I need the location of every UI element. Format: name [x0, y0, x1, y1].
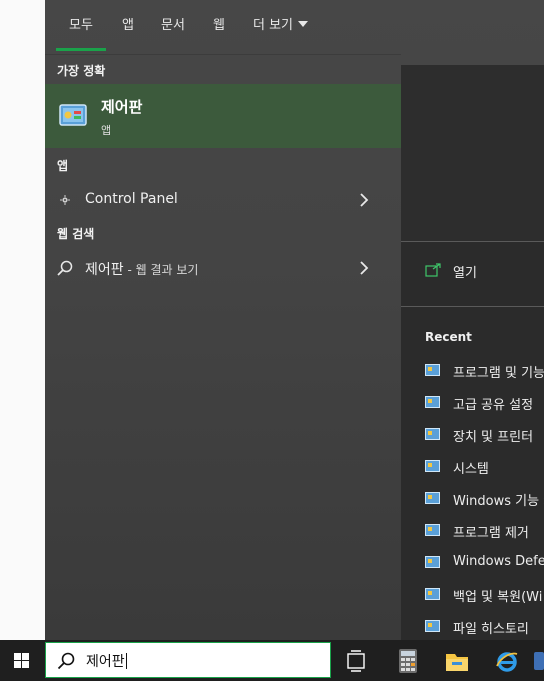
calculator-icon[interactable] — [395, 648, 421, 674]
left-window-strip — [0, 0, 46, 640]
recent-item-label: 장치 및 프린터 — [453, 430, 534, 445]
control-panel-small-icon — [60, 195, 70, 205]
more-taskbar-icon[interactable] — [534, 648, 544, 674]
recent-item-label: 파일 히스토리 — [453, 622, 529, 637]
tabs-divider — [45, 54, 401, 55]
recent-item-label: 프로그램 제거 — [453, 526, 529, 541]
chevron-right-icon[interactable] — [357, 193, 371, 207]
control-panel-item-icon — [425, 588, 440, 600]
recent-item-label: 시스템 — [453, 462, 489, 477]
best-match-item[interactable]: 제어판 앱 — [45, 84, 401, 148]
open-label: 열기 — [453, 266, 477, 281]
web-search-heading: 웹 검색 — [57, 227, 95, 241]
web-result-text: 제어판 - 웹 결과 보기 — [85, 259, 198, 279]
recent-item[interactable]: 파일 히스토리 — [425, 617, 544, 639]
search-filter-tabs: 모두 앱 문서 웹 더 보기 — [45, 0, 401, 55]
control-panel-item-icon — [425, 620, 440, 632]
recent-item-label: 고급 공유 설정 — [453, 398, 534, 413]
tab-apps[interactable]: 앱 — [122, 17, 134, 39]
control-panel-item-icon — [425, 364, 440, 376]
recent-heading: Recent — [425, 330, 472, 344]
recent-item[interactable]: 시스템 — [425, 457, 544, 479]
web-result-item[interactable]: 제어판 - 웹 결과 보기 — [45, 252, 401, 284]
active-tab-indicator — [56, 48, 106, 51]
control-panel-item-icon — [425, 460, 440, 472]
search-icon — [57, 260, 73, 276]
control-panel-item-icon — [425, 428, 440, 440]
internet-explorer-icon[interactable] — [494, 648, 520, 674]
app-result-control-panel[interactable]: Control Panel — [45, 184, 401, 216]
windows-start-icon[interactable] — [0, 640, 44, 681]
start-search-panel: 모두 앱 문서 웹 더 보기 가장 정확 제어판 앱 앱 Control Pan… — [45, 0, 544, 640]
recent-item[interactable]: 장치 및 프린터 — [425, 425, 544, 447]
recent-item[interactable]: 프로그램 제거 — [425, 521, 544, 543]
best-match-heading: 가장 정확 — [57, 64, 106, 78]
best-match-subtitle: 앱 — [101, 124, 112, 137]
control-panel-item-icon — [425, 524, 440, 536]
search-query-text: 제어판 — [86, 654, 125, 670]
file-explorer-icon[interactable] — [444, 648, 470, 674]
tab-all[interactable]: 모두 — [69, 17, 93, 39]
search-icon — [57, 652, 75, 670]
text-cursor — [125, 653, 127, 669]
control-panel-item-icon — [425, 396, 440, 408]
open-action[interactable]: 열기 — [401, 242, 544, 307]
recent-item-label: Windows 기능 켜 — [453, 494, 544, 509]
web-result-query: 제어판 — [85, 262, 124, 278]
app-result-label: Control Panel — [85, 191, 178, 207]
taskbar: 제어판 — [0, 640, 544, 681]
recent-item-label: 프로그램 및 기능 — [453, 366, 544, 381]
best-match-title: 제어판 — [101, 98, 143, 116]
search-input-value[interactable]: 제어판 — [86, 651, 127, 671]
control-panel-item-icon — [425, 492, 440, 504]
recent-item[interactable]: 고급 공유 설정 — [425, 393, 544, 415]
preview-pane: 열기 Recent 프로그램 및 기능 고급 공유 설정 장치 및 프린터 시스… — [401, 65, 544, 640]
recent-item[interactable]: Windows 기능 켜 — [425, 489, 544, 511]
tab-web[interactable]: 웹 — [213, 17, 225, 39]
task-view-icon[interactable] — [343, 648, 369, 674]
recent-item[interactable]: 백업 및 복원(Wi — [425, 585, 544, 607]
recent-item-label: Windows Defender — [453, 554, 544, 569]
apps-heading: 앱 — [57, 159, 69, 173]
recent-item[interactable]: Windows Defender — [425, 553, 544, 575]
recent-item[interactable]: 프로그램 및 기능 — [425, 361, 544, 383]
preview-header — [401, 65, 544, 242]
control-panel-item-icon — [425, 556, 440, 568]
tab-more-label: 더 보기 — [253, 18, 294, 33]
caret-down-icon — [298, 21, 309, 27]
tab-more[interactable]: 더 보기 — [253, 17, 309, 39]
open-icon — [425, 263, 441, 277]
control-panel-icon — [59, 104, 87, 126]
web-result-suffix: - 웹 결과 보기 — [123, 263, 199, 277]
chevron-right-icon[interactable] — [357, 261, 371, 275]
recent-item-label: 백업 및 복원(Wi — [453, 590, 543, 605]
tab-documents[interactable]: 문서 — [161, 17, 185, 39]
taskbar-search-box[interactable]: 제어판 — [45, 642, 331, 678]
